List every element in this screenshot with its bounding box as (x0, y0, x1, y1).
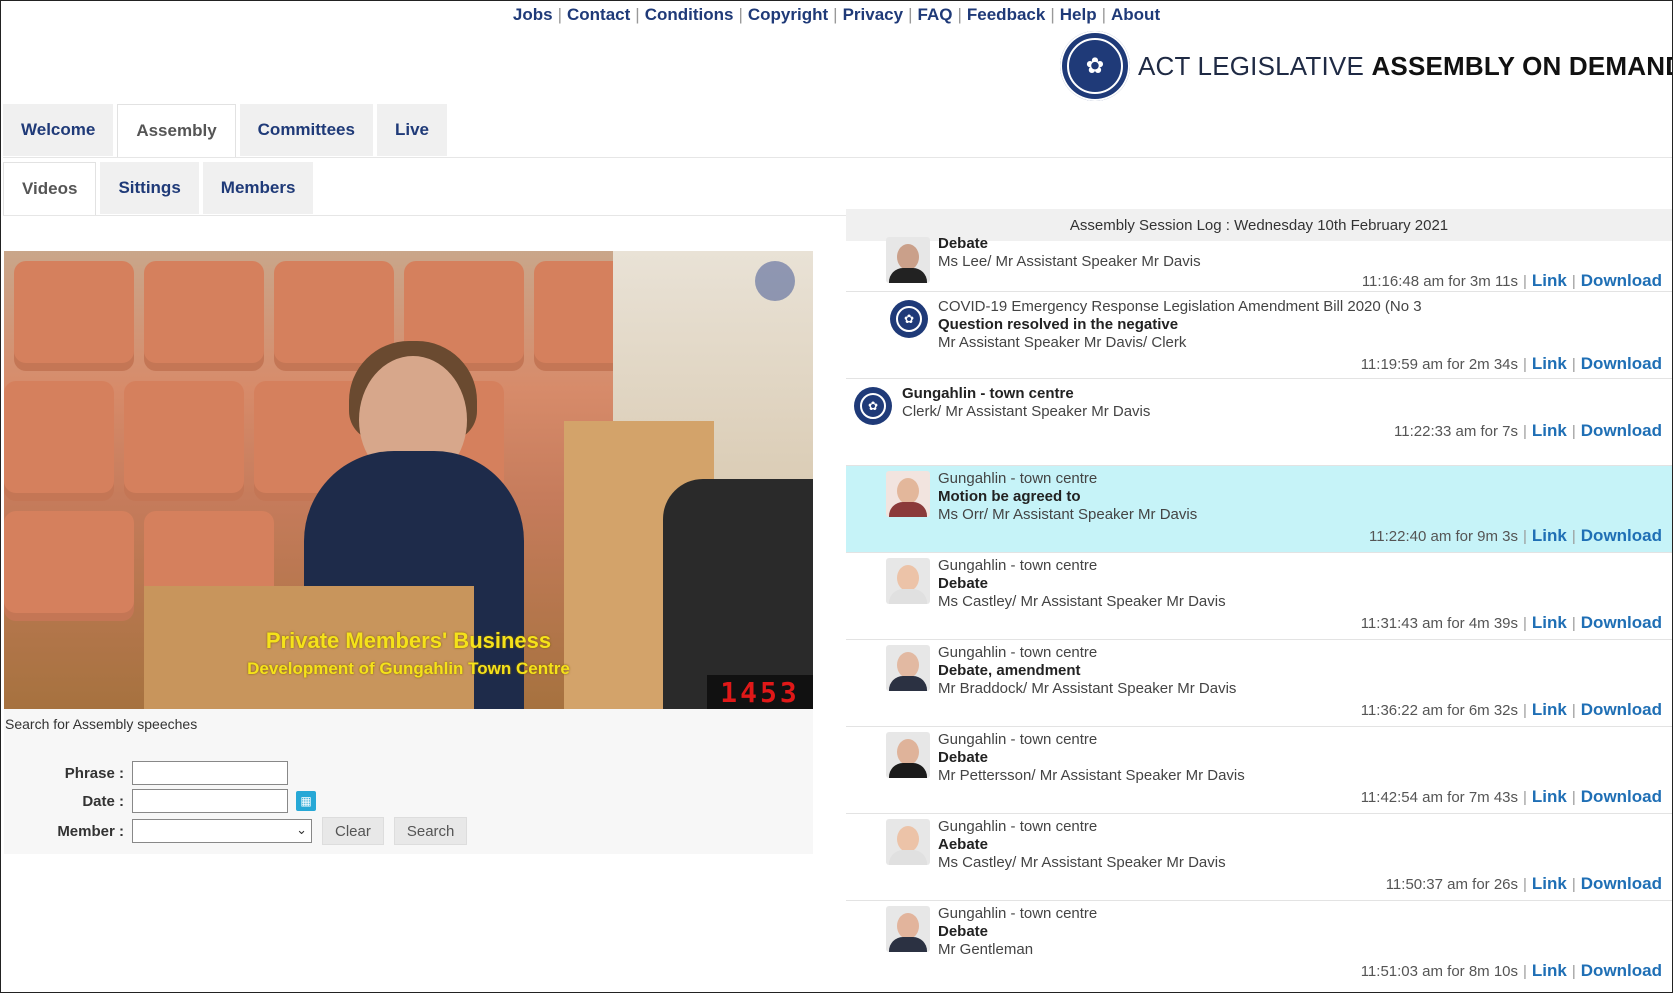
link-link[interactable]: Link (1532, 526, 1567, 545)
download-link[interactable]: Download (1581, 787, 1662, 806)
link-link[interactable]: Link (1532, 421, 1567, 440)
member-photo (886, 558, 930, 604)
link-link[interactable]: Link (1532, 787, 1567, 806)
calendar-icon[interactable]: ▦ (296, 791, 316, 811)
clear-button[interactable]: Clear (322, 817, 384, 845)
link-about[interactable]: About (1111, 5, 1160, 24)
tab-assembly[interactable]: Assembly (117, 104, 236, 157)
video-clock: 1453 (707, 675, 813, 709)
session-log-list: Debate Ms Lee/ Mr Assistant Speaker Mr Da… (846, 235, 1672, 987)
assembly-seal-icon: ✿ (854, 387, 892, 425)
member-photo (886, 732, 930, 778)
search-button[interactable]: Search (393, 817, 468, 845)
log-entry[interactable]: ✿ Gungahlin - town centre Clerk/ Mr Assis… (846, 379, 1672, 466)
video-player[interactable]: Private Members' Business Development of… (4, 251, 813, 709)
link-link[interactable]: Link (1532, 961, 1567, 980)
session-log: Assembly Session Log : Wednesday 10th Fe… (846, 209, 1672, 992)
link-link[interactable]: Link (1532, 700, 1567, 719)
link-link[interactable]: Link (1532, 874, 1567, 893)
assembly-seal-icon: ✿ (1060, 31, 1130, 101)
phrase-label: Phrase : (64, 764, 124, 782)
tab-committees[interactable]: Committees (239, 104, 373, 156)
member-label: Member : (57, 822, 124, 840)
log-entry[interactable]: ✿ COVID-19 Emergency Response Legislatio… (846, 292, 1672, 379)
tab-divider (3, 157, 1672, 158)
primary-tabs: Welcome Assembly Committees Live (3, 104, 451, 157)
log-entry-selected[interactable]: Gungahlin - town centre Motion be agreed … (846, 466, 1672, 553)
member-photo (886, 237, 930, 283)
video-caption-title: Private Members' Business (265, 628, 552, 653)
link-link[interactable]: Link (1532, 354, 1567, 373)
link-link[interactable]: Link (1532, 613, 1567, 632)
member-select[interactable]: ⌄ (132, 819, 312, 843)
search-panel: Search for Assembly speeches Phrase : Da… (4, 709, 813, 854)
site-brand[interactable]: ✿ ACT LEGISLATIVE ASSEMBLY ON DEMAND (1060, 31, 1673, 101)
download-link[interactable]: Download (1581, 421, 1662, 440)
site-title: ACT LEGISLATIVE ASSEMBLY ON DEMAND (1138, 50, 1673, 81)
link-conditions[interactable]: Conditions (645, 5, 734, 24)
log-entry[interactable]: Gungahlin - town centre Debate Ms Castley/… (846, 553, 1672, 640)
link-privacy[interactable]: Privacy (843, 5, 904, 24)
member-photo (886, 819, 930, 865)
link-copyright[interactable]: Copyright (748, 5, 828, 24)
date-input[interactable] (132, 789, 288, 813)
secondary-tabs: Videos Sittings Members (3, 162, 317, 215)
tab-welcome[interactable]: Welcome (3, 104, 114, 156)
page-frame: Jobs | Contact | Conditions | Copyright | Privac… (0, 0, 1673, 993)
link-link[interactable]: Link (1532, 271, 1567, 290)
download-link[interactable]: Download (1581, 874, 1662, 893)
search-title: Search for Assembly speeches (5, 716, 198, 732)
member-photo (886, 645, 930, 691)
log-entry[interactable]: Gungahlin - town centre Debate, amendment… (846, 640, 1672, 727)
tab-sittings[interactable]: Sittings (100, 162, 199, 214)
link-faq[interactable]: FAQ (918, 5, 953, 24)
download-link[interactable]: Download (1581, 961, 1662, 980)
log-entry[interactable]: Gungahlin - town centre Aebate Ms Castley/… (846, 814, 1672, 901)
download-link[interactable]: Download (1581, 526, 1662, 545)
phrase-input[interactable] (132, 761, 288, 785)
download-link[interactable]: Download (1581, 613, 1662, 632)
log-entry[interactable]: Gungahlin - town centre Debate Mr Gentlema… (846, 901, 1672, 987)
assembly-seal-icon: ✿ (890, 300, 928, 338)
download-link[interactable]: Download (1581, 271, 1662, 290)
tab-members[interactable]: Members (202, 162, 314, 214)
member-photo (886, 471, 930, 517)
link-jobs[interactable]: Jobs (513, 5, 553, 24)
date-label: Date : (82, 792, 124, 810)
tab-videos[interactable]: Videos (3, 162, 97, 215)
download-link[interactable]: Download (1581, 354, 1662, 373)
video-caption-subtitle: Development of Gungahlin Town Centre (247, 659, 570, 678)
link-help[interactable]: Help (1060, 5, 1097, 24)
chevron-down-icon: ⌄ (296, 822, 307, 837)
log-entry[interactable]: Debate Ms Lee/ Mr Assistant Speaker Mr Da… (846, 235, 1672, 292)
log-entry[interactable]: Gungahlin - town centre Debate Mr Petterss… (846, 727, 1672, 814)
download-link[interactable]: Download (1581, 700, 1662, 719)
watermark-icon (755, 261, 795, 301)
member-photo (886, 906, 930, 952)
top-links: Jobs | Contact | Conditions | Copyright | Privac… (512, 5, 1161, 24)
link-feedback[interactable]: Feedback (967, 5, 1045, 24)
tab-live[interactable]: Live (376, 104, 447, 156)
link-contact[interactable]: Contact (567, 5, 630, 24)
